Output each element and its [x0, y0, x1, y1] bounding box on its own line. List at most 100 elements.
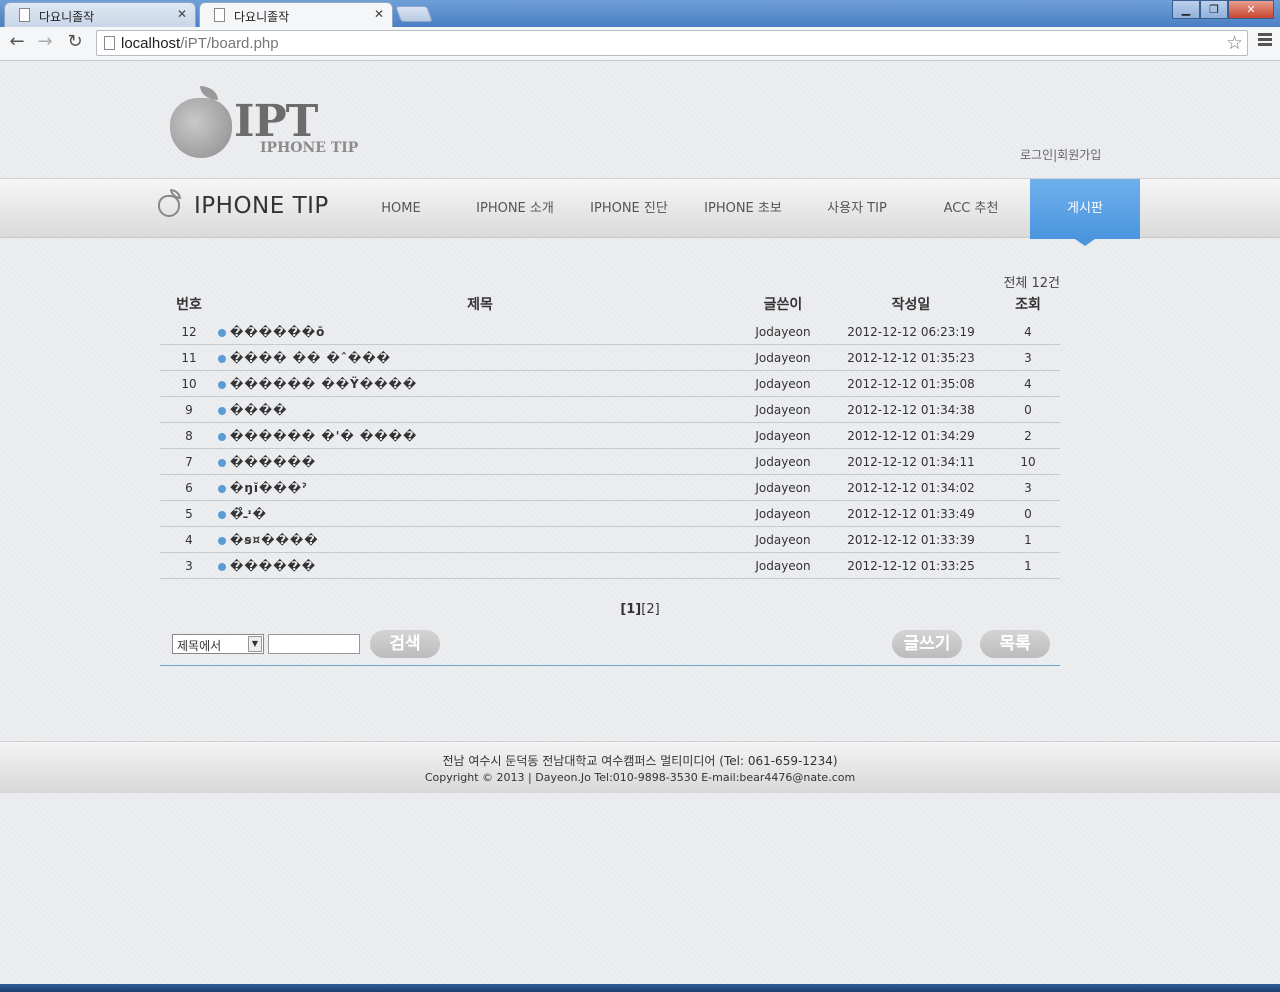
row-date: 2012-12-12 01:34:29	[847, 429, 975, 443]
browser-toolbar: ← → ↻ localhost/iPT/board.php ☆	[0, 27, 1280, 61]
row-author: Jodayeon	[755, 325, 811, 339]
browser-tab-2[interactable]: 다요니졸작 ✕	[199, 2, 393, 27]
page-2-link[interactable]: [2]	[641, 602, 659, 617]
browser-titlebar: 다요니졸작 ✕ 다요니졸작 ✕ ▁ ❐ ✕	[0, 0, 1280, 27]
nav-home[interactable]: HOME	[370, 179, 432, 239]
search-scope-select[interactable]: 제목에서 ▼	[172, 634, 264, 654]
close-icon[interactable]: ✕	[177, 7, 187, 21]
row-views: 1	[1024, 559, 1032, 573]
site-logo[interactable]: IPT IPHONE TIP	[168, 84, 368, 164]
pagination: [1][2]	[0, 602, 1280, 617]
nav-iphone-beginner[interactable]: IPHONE 초보	[698, 179, 788, 239]
row-views: 10	[1020, 455, 1036, 469]
row-title-link[interactable]: ����	[230, 403, 287, 417]
row-title-link[interactable]: ������	[230, 559, 316, 573]
row-title-link[interactable]: ���� �� �ˆ���	[230, 351, 391, 365]
search-input[interactable]	[268, 634, 360, 654]
header-date: 작성일	[891, 297, 931, 313]
reload-icon[interactable]: ↻	[64, 31, 86, 52]
row-views: 2	[1024, 429, 1032, 443]
bullet-icon	[218, 563, 226, 571]
row-views: 4	[1024, 325, 1032, 339]
nav-iphone-intro[interactable]: IPHONE 소개	[470, 179, 560, 239]
dropdown-arrow-icon[interactable]: ▼	[248, 636, 262, 652]
table-row: 10 ������ ��Ÿ���� Jodayeon 2012-12-12 01…	[160, 371, 1060, 397]
row-views: 3	[1024, 481, 1032, 495]
tab-label: 다요니졸작	[234, 10, 290, 24]
row-title-link[interactable]: ������ ��Ÿ����	[230, 377, 417, 391]
write-button[interactable]: 글쓰기	[892, 630, 962, 658]
row-date: 2012-12-12 01:35:23	[847, 351, 975, 365]
browser-tab-1[interactable]: 다요니졸작 ✕	[4, 2, 196, 27]
row-title-link[interactable]: �ꞩ¤����	[230, 533, 319, 547]
row-views: 0	[1024, 507, 1032, 521]
row-date: 2012-12-12 01:34:38	[847, 403, 975, 417]
close-icon[interactable]: ✕	[374, 7, 384, 21]
nav-brand[interactable]: IPHONE TIP	[158, 189, 329, 219]
nav-user-tip[interactable]: 사용자 TIP	[812, 179, 902, 239]
bullet-icon	[218, 329, 226, 337]
main-nav: IPHONE TIP HOME IPHONE 소개 IPHONE 진단 IPHO…	[0, 178, 1280, 246]
row-author: Jodayeon	[755, 559, 811, 573]
row-author: Jodayeon	[755, 403, 811, 417]
footer-address: 전남 여수시 둔덕동 전남대학교 여수캠퍼스 멀티미디어 (Tel: 061-6…	[442, 754, 838, 768]
row-title-link[interactable]: ������ō	[230, 325, 325, 339]
row-author: Jodayeon	[755, 455, 811, 469]
search-button[interactable]: 검색	[370, 630, 440, 658]
table-row: 4 �ꞩ¤���� Jodayeon 2012-12-12 01:33:39 1	[160, 527, 1060, 553]
page-1-link[interactable]: [1]	[620, 602, 641, 617]
nav-board[interactable]: 게시판	[1030, 179, 1140, 246]
row-title-link[interactable]: �ŋĭ���ˀ	[230, 481, 307, 495]
bookmark-star-icon[interactable]: ☆	[1226, 32, 1243, 54]
menu-icon[interactable]	[1258, 33, 1272, 48]
bullet-icon	[218, 407, 226, 415]
row-date: 2012-12-12 01:34:11	[847, 455, 975, 469]
minimize-icon[interactable]: ▁	[1172, 0, 1200, 19]
login-link[interactable]: 로그인	[1020, 148, 1053, 162]
nav-iphone-diagnosis[interactable]: IPHONE 진단	[584, 179, 674, 239]
new-tab-button[interactable]	[395, 6, 433, 22]
join-link[interactable]: 회원가입	[1057, 148, 1101, 162]
row-views: 1	[1024, 533, 1032, 547]
row-number: 6	[185, 481, 193, 495]
table-row: 5 �ـ̊ᶦ� Jodayeon 2012-12-12 01:33:49 0	[160, 501, 1060, 527]
footer-copyright: Copyright © 2013 | Dayeon.Jo Tel:010-989…	[424, 771, 856, 784]
table-row: 3 ������ Jodayeon 2012-12-12 01:33:25 1	[160, 553, 1060, 579]
row-author: Jodayeon	[755, 481, 811, 495]
nav-acc-recommend[interactable]: ACC 추천	[926, 179, 1016, 239]
row-number: 8	[185, 429, 193, 443]
bullet-icon	[218, 355, 226, 363]
table-row: 12 ������ō Jodayeon 2012-12-12 06:23:19 …	[160, 319, 1060, 345]
bullet-icon	[218, 485, 226, 493]
bullet-icon	[218, 381, 226, 389]
row-author: Jodayeon	[755, 507, 811, 521]
row-number: 5	[185, 507, 193, 521]
row-title-link[interactable]: ������ �'� ����	[230, 429, 417, 443]
table-row: 7 ������ Jodayeon 2012-12-12 01:34:11 10	[160, 449, 1060, 475]
row-number: 4	[185, 533, 193, 547]
back-arrow-icon[interactable]: ←	[6, 31, 28, 52]
bullet-icon	[218, 459, 226, 467]
page-icon	[19, 8, 30, 22]
page-body: IPT IPHONE TIP 로그인|회원가입 IPHONE TIP HOME …	[0, 62, 1280, 984]
row-author: Jodayeon	[755, 377, 811, 391]
bullet-icon	[218, 537, 226, 545]
row-date: 2012-12-12 01:33:39	[847, 533, 975, 547]
page-icon	[214, 8, 225, 22]
address-bar[interactable]: localhost/iPT/board.php ☆	[96, 30, 1248, 56]
row-date: 2012-12-12 06:23:19	[847, 325, 975, 339]
window-close-icon[interactable]: ✕	[1228, 0, 1274, 19]
row-title-link[interactable]: ������	[230, 455, 316, 469]
row-number: 7	[185, 455, 193, 469]
row-date: 2012-12-12 01:33:49	[847, 507, 975, 521]
row-number: 12	[181, 325, 197, 339]
restore-icon[interactable]: ❐	[1200, 0, 1228, 19]
site-footer: 전남 여수시 둔덕동 전남대학교 여수캠퍼스 멀티미디어 (Tel: 061-6…	[0, 741, 1280, 793]
url-text: localhost/iPT/board.php	[121, 35, 279, 52]
forward-arrow-icon[interactable]: →	[34, 31, 56, 52]
list-button[interactable]: 목록	[980, 630, 1050, 658]
brand-text: IPHONE TIP	[194, 193, 329, 219]
row-title-link[interactable]: �ـ̊ᶦ�	[230, 507, 267, 521]
row-views: 0	[1024, 403, 1032, 417]
table-header: 번호 제목 글쓴이 작성일 조회	[160, 294, 1060, 318]
